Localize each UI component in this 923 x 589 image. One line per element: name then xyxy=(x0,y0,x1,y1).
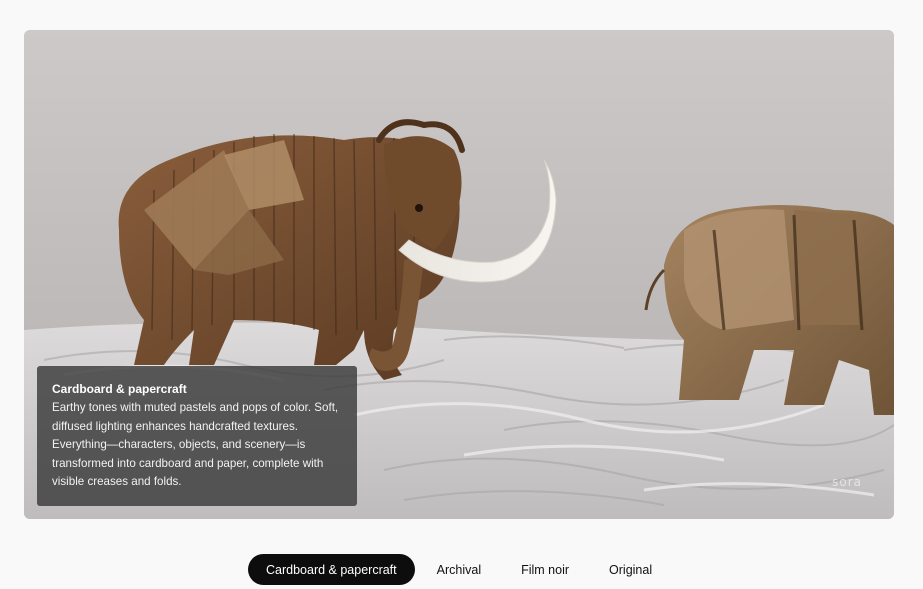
style-description: Earthy tones with muted pastels and pops… xyxy=(52,401,339,489)
style-title: Cardboard & papercraft xyxy=(52,382,187,396)
tab-original[interactable]: Original xyxy=(591,554,670,585)
watermark-text: sora xyxy=(832,475,862,489)
tab-cardboard-papercraft[interactable]: Cardboard & papercraft xyxy=(248,554,415,585)
tab-film-noir[interactable]: Film noir xyxy=(503,554,587,585)
style-description-card: Cardboard & papercraft Earthy tones with… xyxy=(37,366,357,506)
style-tab-bar: Cardboard & papercraft Archival Film noi… xyxy=(248,554,670,585)
tab-archival[interactable]: Archival xyxy=(419,554,499,585)
